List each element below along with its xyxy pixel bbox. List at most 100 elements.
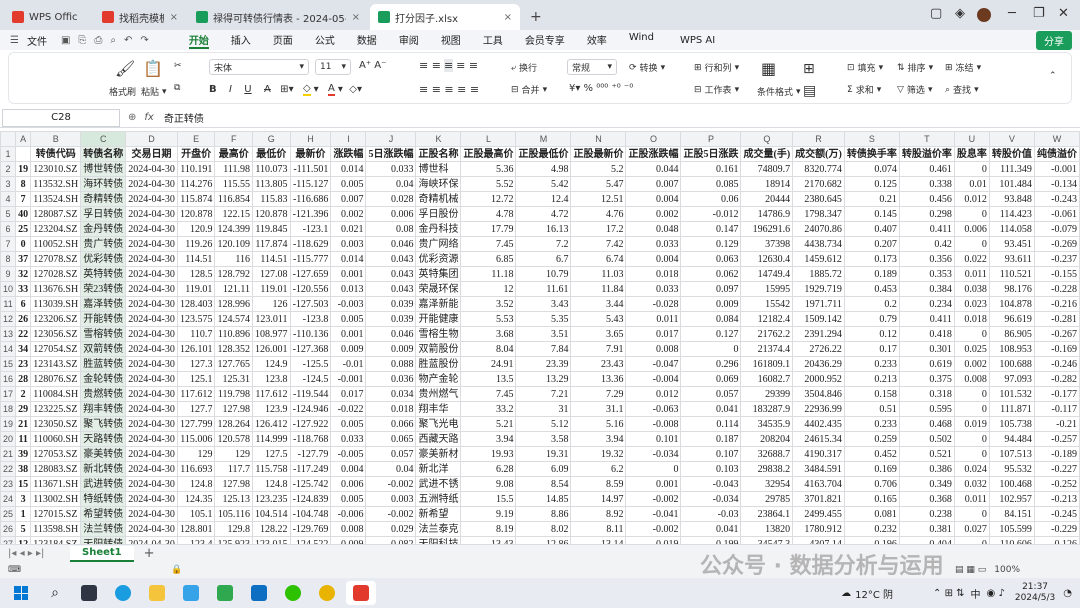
row-header[interactable]: 11 [0, 296, 17, 312]
cell[interactable]: 翔丰转债 [80, 401, 127, 417]
cell[interactable]: 33 [15, 281, 32, 297]
cell[interactable]: 5.2 [570, 161, 627, 177]
cell[interactable]: 128087.SZ [30, 206, 82, 222]
cell[interactable]: 22 [15, 326, 32, 342]
menu-item[interactable]: 数据 [357, 32, 377, 49]
cell[interactable]: 荣23转债 [80, 281, 127, 297]
cell[interactable]: 0.066 [365, 416, 417, 432]
row-header[interactable]: 9 [0, 266, 17, 282]
cell[interactable]: -0.063 [625, 401, 682, 417]
font-size-select[interactable]: 11 ▾ [315, 59, 351, 75]
cell[interactable]: 3.58 [515, 431, 572, 447]
cell[interactable]: -127.368 [289, 341, 332, 357]
cell[interactable]: -121.396 [289, 206, 332, 222]
cell[interactable]: 3.94 [570, 431, 627, 447]
cell[interactable]: 0.001 [330, 326, 367, 342]
cell[interactable]: 17.79 [460, 221, 517, 237]
cell[interactable]: 11.84 [570, 281, 627, 297]
cell[interactable]: 法兰泰克 [415, 521, 462, 537]
cell[interactable]: 7.42 [570, 236, 627, 252]
cell[interactable]: 14749.4 [740, 266, 794, 282]
cell[interactable]: -0.155 [1033, 266, 1080, 282]
row-header[interactable]: 10 [0, 281, 17, 297]
cell[interactable]: 0 [953, 401, 990, 417]
row-header[interactable]: 4 [0, 191, 17, 207]
cell[interactable]: 0.356 [898, 251, 955, 267]
select-all-corner[interactable] [0, 131, 17, 147]
cell[interactable]: 123010.SZ [30, 161, 82, 177]
table-style-icon[interactable]: ▤ [803, 83, 816, 99]
cell[interactable]: 123.235 [251, 491, 291, 507]
cell[interactable]: 0.039 [365, 296, 417, 312]
cell[interactable]: -0.134 [1033, 176, 1080, 192]
cell-table[interactable]: A B C D E F G H I J K L M N O P Q R S T U V W 1 转债代码 转债名称 交易日期 开盘价最… [0, 131, 1080, 544]
cell[interactable]: 123.575 [176, 311, 216, 327]
cell[interactable]: 雪榕生物 [415, 326, 462, 342]
input-language[interactable]: 中 [971, 586, 981, 601]
cell[interactable]: 28 [15, 371, 32, 387]
cell[interactable]: 115.758 [251, 461, 291, 477]
zoom-formula-icon[interactable]: ⊕ [128, 112, 136, 123]
cell[interactable]: 107.513 [988, 446, 1035, 462]
cell[interactable]: 105.1 [176, 506, 216, 522]
cell[interactable]: 0.009 [330, 536, 367, 544]
cell[interactable]: 0.006 [330, 476, 367, 492]
cell[interactable]: 0.043 [365, 281, 417, 297]
header-cell[interactable]: 正股最低价 [515, 146, 572, 162]
cell[interactable]: 123184.SZ [30, 536, 82, 544]
cell[interactable]: 0.012 [625, 386, 682, 402]
find-button[interactable]: ⌕ 查找 ▾ [945, 83, 979, 97]
header-cell[interactable]: 纯债溢价 [1033, 146, 1080, 162]
cell[interactable]: 123206.SZ [30, 311, 82, 327]
cell[interactable]: 127078.SZ [30, 251, 82, 267]
cell[interactable]: 0.008 [330, 521, 367, 537]
cell[interactable]: 119.01 [176, 281, 216, 297]
cell[interactable]: -0.001 [1033, 161, 1080, 177]
column-header[interactable]: P [680, 131, 742, 147]
cell[interactable]: 2024-04-30 [125, 311, 178, 327]
preview-icon[interactable]: ⌕ [110, 35, 116, 46]
cell[interactable]: 15 [15, 476, 32, 492]
cell[interactable]: 5.21 [460, 416, 517, 432]
cell[interactable]: 33.2 [460, 401, 517, 417]
cell[interactable]: -0.03 [680, 506, 742, 522]
cell[interactable]: 115.006 [176, 431, 216, 447]
cell[interactable]: 2024-04-30 [125, 506, 178, 522]
cell[interactable]: 4.98 [515, 161, 572, 177]
cell[interactable]: 2024-04-30 [125, 251, 178, 267]
header-cell[interactable]: 转债代码 [30, 146, 82, 162]
cut-icon[interactable]: ✂ [174, 61, 182, 71]
cell[interactable]: 125.31 [214, 371, 253, 387]
cell[interactable]: 129 [176, 446, 216, 462]
cell[interactable]: 2726.22 [792, 341, 845, 357]
cell[interactable]: 0.404 [898, 536, 955, 544]
cell[interactable]: 5 [15, 521, 32, 537]
cell[interactable]: 胜蓝股份 [415, 356, 462, 372]
cell[interactable]: 6.74 [570, 251, 627, 267]
cell[interactable]: 8.54 [515, 476, 572, 492]
fill-button[interactable]: ⊡ 填充 ▾ [847, 61, 883, 75]
spreadsheet-grid[interactable]: A B C D E F G H I J K L M N O P Q R S T U V W 1 转债代码 转债名称 交易日期 开盘价最… [0, 131, 1080, 544]
cell[interactable]: -0.041 [625, 506, 682, 522]
cell[interactable]: 贵燃转债 [80, 386, 127, 402]
cell[interactable]: -110.136 [289, 326, 332, 342]
cell[interactable]: 7.29 [570, 386, 627, 402]
cell[interactable]: -125.742 [289, 476, 332, 492]
cell[interactable]: 英特转债 [80, 266, 127, 282]
cell[interactable]: 0.349 [898, 476, 955, 492]
cell[interactable]: -125.5 [289, 356, 332, 372]
search-icon[interactable]: ⌕ [40, 581, 70, 605]
cell[interactable]: -0.022 [330, 401, 367, 417]
row-header[interactable]: 17 [0, 386, 17, 402]
cell[interactable]: 29399 [740, 386, 794, 402]
export-icon[interactable]: ⎘ [78, 35, 86, 46]
cell[interactable]: 0.006 [365, 206, 417, 222]
cell[interactable]: 115.83 [251, 191, 291, 207]
cell[interactable]: 0.296 [680, 356, 742, 372]
cell[interactable]: 2024-04-30 [125, 491, 178, 507]
cell[interactable]: 26 [15, 311, 32, 327]
cell[interactable]: 8.86 [515, 506, 572, 522]
cell[interactable]: 39 [15, 446, 32, 462]
cell[interactable]: -0.006 [330, 506, 367, 522]
cell[interactable]: -115.127 [289, 176, 332, 192]
